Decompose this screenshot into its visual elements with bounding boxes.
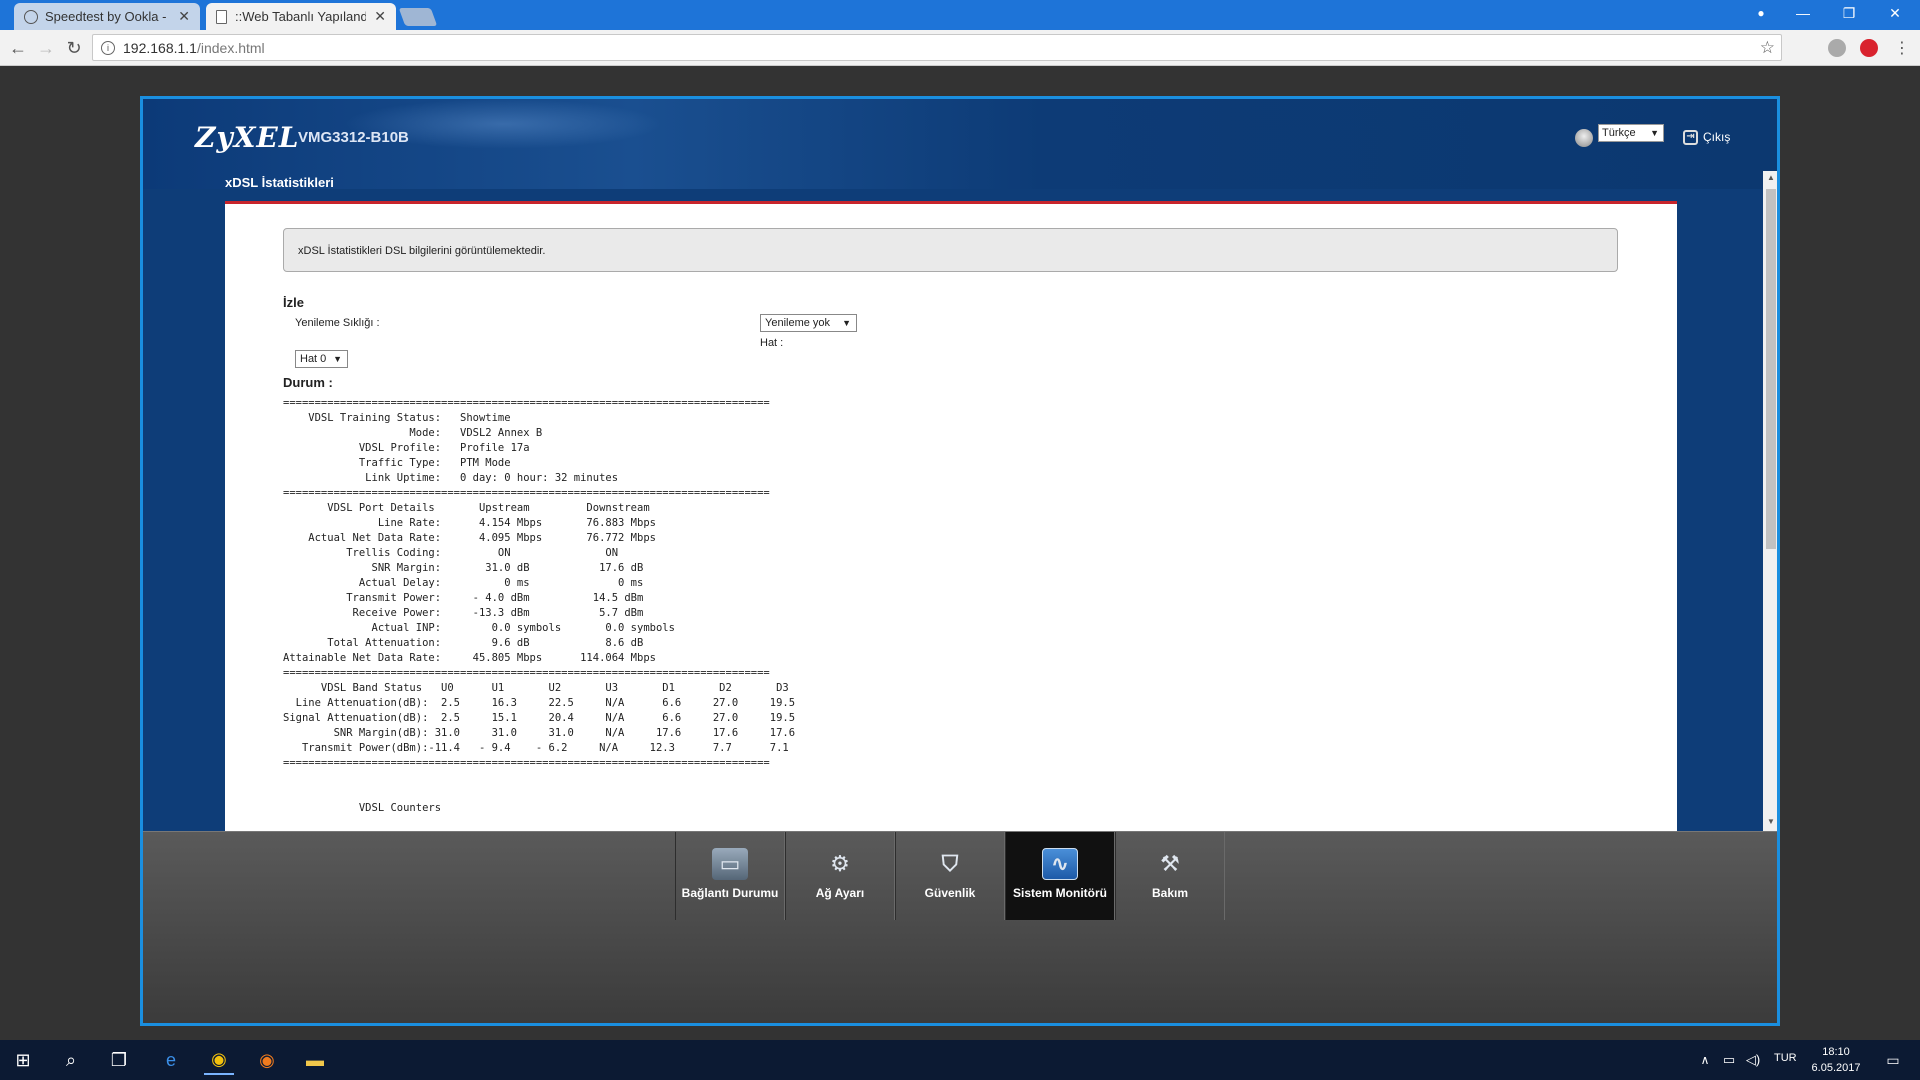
notifications-icon[interactable]: ▭ [1878,1045,1908,1075]
dsl-statistics-output: ========================================… [283,397,796,814]
scroll-up-arrow-icon[interactable]: ▲ [1763,173,1777,185]
windows-start-icon[interactable]: ⊞ [8,1045,38,1075]
profile-icon[interactable]: ● [1738,0,1784,26]
clock-time: 18:10 [1822,1046,1850,1058]
clock-date: 6.05.2017 [1811,1062,1861,1074]
browser-toolbar: ← → ↻ i 192.168.1.1/index.html ☆ ⋮ [0,30,1920,66]
new-tab-button[interactable] [398,8,438,26]
zyxel-logo: ZyXEL [195,121,300,154]
close-tab-icon[interactable]: ✕ [374,8,386,25]
edge-browser-icon[interactable]: e [156,1045,186,1075]
task-view-icon[interactable]: ❐ [104,1045,134,1075]
speedtest-favicon-icon [24,9,38,24]
line-value: Hat 0 [300,353,327,365]
logout-link[interactable]: Çıkış [1703,130,1730,144]
bookmark-star-icon[interactable]: ☆ [1760,38,1775,58]
connection-status-icon: ▭ [712,848,748,880]
extension-icon[interactable] [1828,39,1846,57]
refresh-frequency-select[interactable]: Yenileme yok ▼ [760,314,857,332]
maintenance-icon: ⚒ [1160,851,1180,876]
windows-taskbar: ⊞ ⌕ ❐ e ◉ ◉ ▬ ∧ ▭ ◁) TUR 18:10 6.05.2017… [0,1040,1920,1080]
nav-label: Bağlantı Durumu [681,886,779,900]
content-scrollbar[interactable]: ▲ ▼ [1763,171,1777,831]
dropdown-caret-icon: ▼ [333,354,342,364]
page-viewport: ZyXEL VMG3312-B10B Türkçe ▼ ⇥ Çıkış xDSL… [0,66,1920,1040]
nav-system-monitor[interactable]: ∿ Sistem Monitörü [1005,832,1115,920]
search-icon[interactable]: ⌕ [56,1045,86,1075]
system-monitor-icon: ∿ [1042,848,1078,880]
content-panel: xDSL İstatistikleri DSL bilgilerini görü… [225,201,1677,831]
nav-connection-status[interactable]: ▭ Bağlantı Durumu [675,832,785,920]
adblock-plus-icon[interactable] [1860,39,1878,57]
browser-tabstrip: Speedtest by Ookla - Th ✕ ::Web Tabanlı … [0,0,1920,30]
status-section-title: Durum : [283,375,333,390]
tab-title: ::Web Tabanlı Yapılandır [235,9,367,24]
address-bar[interactable]: i 192.168.1.1/index.html ☆ [92,34,1782,61]
nav-security[interactable]: ⛉ Güvenlik [895,832,1005,920]
url-path: /index.html [196,39,265,56]
clock[interactable]: 18:10 6.05.2017 [1806,1044,1866,1076]
chrome-browser-icon[interactable]: ◉ [204,1045,234,1075]
info-box: xDSL İstatistikleri DSL bilgilerini görü… [283,228,1618,272]
line-select[interactable]: Hat 0 ▼ [295,350,348,368]
document-favicon-icon [216,9,227,24]
forward-button[interactable]: → [34,36,58,60]
nav-network-settings[interactable]: ⚙ Ağ Ayarı [785,832,895,920]
browser-menu-icon[interactable]: ⋮ [1890,36,1914,60]
dropdown-caret-icon: ▼ [1650,128,1659,138]
language-select[interactable]: Türkçe ▼ [1598,124,1664,142]
bottom-navigation: ▭ Bağlantı Durumu ⚙ Ağ Ayarı ⛉ Güvenlik … [143,831,1777,1023]
site-info-icon[interactable]: i [101,40,115,55]
logout-icon[interactable]: ⇥ [1683,130,1698,145]
tab-title: Speedtest by Ookla - Th [45,9,170,24]
firefox-browser-icon[interactable]: ◉ [252,1045,282,1075]
file-explorer-icon[interactable]: ▬ [300,1045,330,1075]
language-value: Türkçe [1602,127,1636,139]
input-language[interactable]: TUR [1774,1052,1797,1064]
monitor-section-title: İzle [283,295,304,310]
model-name: VMG3312-B10B [298,129,409,146]
scroll-down-arrow-icon[interactable]: ▼ [1763,817,1777,829]
refresh-frequency-label: Yenileme Sıklığı : [295,317,380,329]
dropdown-caret-icon: ▼ [842,318,851,328]
nav-label: Güvenlik [924,886,976,900]
restore-button[interactable]: ❐ [1826,0,1872,26]
refresh-frequency-value: Yenileme yok [765,317,831,329]
browser-tab-router[interactable]: ::Web Tabanlı Yapılandır ✕ [206,3,396,30]
security-icon: ⛉ [941,851,959,876]
router-admin-panel: ZyXEL VMG3312-B10B Türkçe ▼ ⇥ Çıkış xDSL… [140,96,1780,1026]
nav-label: Sistem Monitörü [1012,886,1107,900]
network-settings-icon: ⚙ [830,851,850,876]
reload-button[interactable]: ↻ [62,36,86,60]
nav-label: Ağ Ayarı [815,886,865,900]
back-button[interactable]: ← [6,36,30,60]
close-tab-icon[interactable]: ✕ [178,8,190,25]
nav-maintenance[interactable]: ⚒ Bakım [1115,832,1225,920]
volume-icon[interactable]: ◁) [1738,1045,1768,1075]
url-host: 192.168.1.1 [123,39,197,56]
nav-label: Bakım [1151,886,1189,900]
page-title: xDSL İstatistikleri [225,175,334,190]
scroll-thumb[interactable] [1766,189,1776,549]
browser-tab-speedtest[interactable]: Speedtest by Ookla - Th ✕ [14,3,200,30]
minimize-button[interactable]: — [1780,0,1826,26]
close-window-button[interactable]: ✕ [1872,0,1918,26]
line-label: Hat : [760,337,784,349]
user-icon [1575,129,1593,147]
